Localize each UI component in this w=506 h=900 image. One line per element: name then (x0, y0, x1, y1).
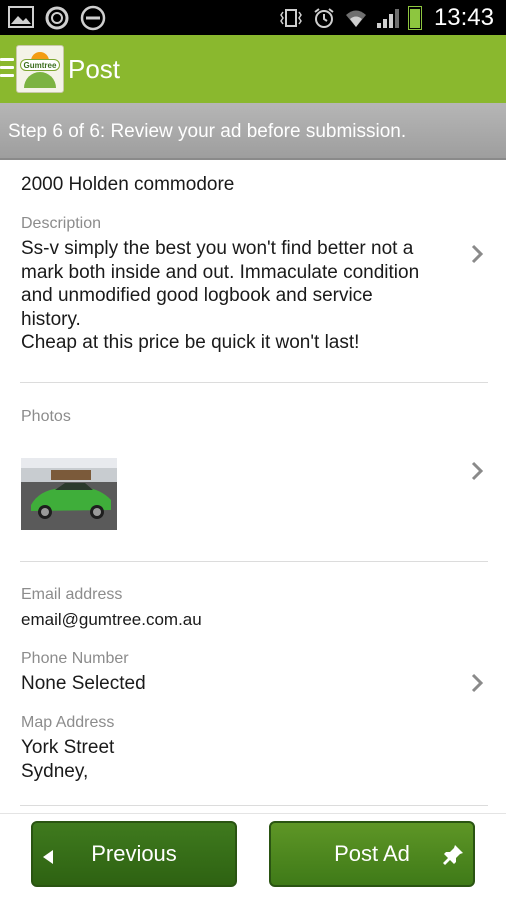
signal-icon (376, 9, 399, 28)
page-title: Post (68, 54, 121, 84)
battery-icon (407, 6, 422, 30)
description-line: Cheap at this price be quick it won't la… (21, 332, 360, 353)
description-line: history. (21, 308, 81, 330)
status-bar-right: 13:43 (278, 4, 494, 32)
vibrate-icon (280, 9, 302, 27)
description-line: and unmodified good logbook and service (21, 285, 373, 306)
description-label: Description (21, 215, 102, 232)
bottom-action-bar: Previous Post Ad (0, 813, 506, 900)
status-bar: 13:43 (0, 0, 506, 35)
chevron-right-icon[interactable] (470, 460, 484, 482)
chevron-right-icon[interactable] (470, 672, 484, 694)
map-label: Map Address (21, 714, 115, 731)
pin-icon (443, 845, 463, 865)
ad-title: 2000 Holden commodore (21, 174, 235, 195)
logo-hill (24, 72, 56, 88)
divider (20, 561, 488, 562)
logo-text: Gumtree (20, 59, 60, 71)
photos-label: Photos (21, 408, 71, 425)
gumtree-logo[interactable]: Gumtree (16, 45, 64, 93)
description-text: Ss-v simply the best you won't find bett… (21, 237, 461, 355)
battery-level (409, 9, 420, 28)
step-banner: Step 6 of 6: Review your ad before submi… (0, 103, 506, 160)
action-bar: Gumtree Post (0, 35, 506, 103)
wifi-icon (345, 10, 366, 27)
alarm-icon (314, 8, 334, 28)
post-ad-button[interactable]: Post Ad (269, 821, 475, 887)
map-address-line: Sydney, (21, 760, 89, 782)
divider (20, 382, 488, 383)
map-address-line: York Street (21, 737, 115, 758)
description-line: Ss-v simply the best you won't find bett… (21, 238, 414, 259)
do-not-disturb-icon (80, 5, 106, 31)
phone-value: None Selected (21, 673, 146, 694)
arrow-left-icon (43, 850, 53, 864)
divider (20, 805, 488, 806)
car-photo-thumbnail[interactable] (21, 458, 117, 530)
image-icon (8, 6, 34, 28)
status-bar-left (8, 5, 106, 31)
map-address-value: York Street Sydney, (21, 736, 114, 783)
previous-button[interactable]: Previous (31, 821, 237, 887)
previous-button-label: Previous (91, 841, 177, 866)
email-value: email@gumtree.com.au (21, 610, 202, 629)
post-ad-button-label: Post Ad (334, 841, 410, 866)
car-photo-image (21, 458, 117, 530)
step-text: Step 6 of 6: Review your ad before submi… (8, 121, 407, 142)
status-time: 13:43 (433, 4, 494, 31)
chevron-right-icon[interactable] (470, 243, 484, 265)
description-line: mark both inside and out. Immaculate con… (21, 261, 420, 283)
phone-label: Phone Number (21, 650, 129, 667)
email-label: Email address (21, 586, 123, 603)
sync-icon (45, 6, 69, 30)
hamburger-icon[interactable] (0, 58, 14, 80)
